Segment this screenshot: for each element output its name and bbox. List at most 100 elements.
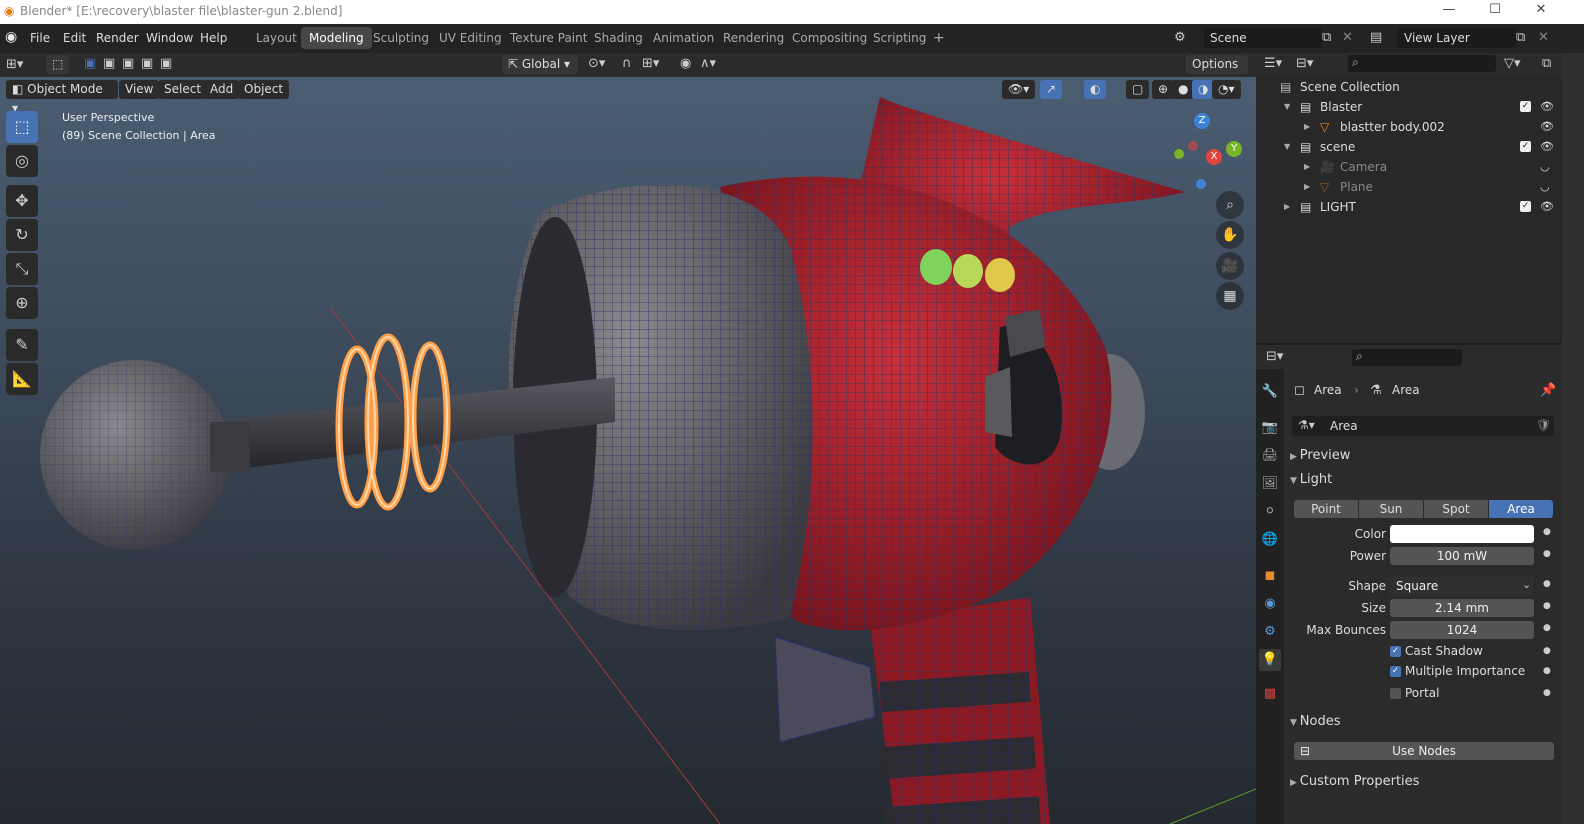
tab-sculpting[interactable]: Sculpting	[365, 27, 437, 49]
scene-name-field[interactable]: Scene	[1204, 28, 1322, 48]
eye-icon[interactable]: 👁	[1540, 97, 1554, 117]
gizmo-neg-y[interactable]	[1188, 141, 1198, 151]
keyframe-dot-icon[interactable]: ●	[1543, 623, 1551, 633]
field-max-bounces[interactable]: 1024	[1390, 621, 1534, 639]
tab-modeling[interactable]: Modeling	[301, 27, 372, 49]
preview-panel-header[interactable]: ▶ Preview	[1290, 445, 1560, 467]
tab-layout[interactable]: Layout	[248, 27, 305, 49]
custom-properties-panel-header[interactable]: ▶ Custom Properties	[1290, 771, 1560, 793]
new-view-layer-icon[interactable]: ⧉	[1516, 30, 1525, 45]
select-mode-new-icon[interactable]: ▣	[84, 56, 96, 71]
tab-object-icon[interactable]: ◼	[1259, 565, 1281, 587]
tab-rendering[interactable]: Rendering	[715, 27, 792, 49]
menu-render[interactable]: Render	[96, 31, 139, 45]
gizmo-y-axis[interactable]: Y	[1226, 141, 1242, 157]
menu-help[interactable]: Help	[200, 31, 227, 45]
tab-light-data-icon[interactable]: 💡	[1259, 649, 1281, 671]
snap-target-icon[interactable]: ⊞▾	[642, 56, 659, 71]
tool-select-box-icon[interactable]: ⬚	[6, 111, 38, 143]
light-type-spot-button[interactable]: Spot	[1424, 500, 1488, 518]
tool-cursor-icon[interactable]: ◎	[6, 145, 38, 177]
editor-type-icon[interactable]: ⊞▾	[6, 57, 23, 72]
add-workspace-button[interactable]: +	[925, 27, 953, 49]
field-size[interactable]: 2.14 mm	[1390, 599, 1534, 617]
ortho-grid-icon[interactable]: ▦	[1216, 282, 1244, 310]
mode-dropdown[interactable]: ◧ Object Mode ▾	[6, 80, 118, 115]
chevron-right-icon[interactable]: ▶	[1304, 157, 1310, 177]
menu-add[interactable]: Add	[204, 80, 240, 99]
keyframe-dot-icon[interactable]: ●	[1543, 601, 1551, 611]
menu-select[interactable]: Select	[158, 80, 208, 99]
transform-orientation-dropdown[interactable]: ⇱ Global ▾	[502, 55, 578, 74]
delete-scene-icon[interactable]: ✕	[1342, 30, 1353, 45]
delete-view-layer-icon[interactable]: ✕	[1538, 30, 1549, 45]
chevron-down-icon[interactable]: ▼	[1284, 137, 1290, 157]
select-mode-intersect-icon[interactable]: ▣	[160, 56, 172, 71]
close-button[interactable]: ✕	[1526, 2, 1556, 17]
outliner-scene-collection[interactable]: ▤ Scene Collection	[1256, 77, 1562, 97]
gizmo-z-axis[interactable]: Z	[1194, 113, 1210, 129]
light-type-sun-button[interactable]: Sun	[1359, 500, 1423, 518]
eye-icon[interactable]: 👁	[1540, 137, 1554, 157]
overlay-toggle-icon[interactable]: ◐	[1084, 80, 1107, 99]
gizmo-x-axis[interactable]: X	[1206, 149, 1222, 165]
gizmo-toggle-icon[interactable]: ↗	[1040, 80, 1063, 99]
keyframe-dot-icon[interactable]: ●	[1543, 646, 1551, 656]
light-type-point-button[interactable]: Point	[1294, 500, 1358, 518]
properties-editor-icon[interactable]: ⊟▾	[1266, 349, 1283, 364]
keyframe-dot-icon[interactable]: ●	[1543, 579, 1551, 589]
tab-output-icon[interactable]: 🖨	[1259, 445, 1281, 467]
chevron-down-icon[interactable]: ▼	[1284, 97, 1290, 117]
outliner-row[interactable]: ▼ ▤ Blaster ✓ 👁	[1256, 97, 1562, 117]
outliner-row[interactable]: ▼ ▤ scene ✓ 👁	[1256, 137, 1562, 157]
falloff-icon[interactable]: ∧▾	[700, 56, 716, 71]
checkbox-cast-shadow[interactable]: ✓ Cast Shadow	[1390, 644, 1550, 660]
view-layer-field[interactable]: View Layer	[1398, 28, 1516, 48]
zoom-icon[interactable]: ⌕	[1216, 191, 1244, 219]
checkbox-portal[interactable]: Portal	[1390, 686, 1550, 702]
camera-view-icon[interactable]: 🎥	[1216, 252, 1244, 280]
menu-file[interactable]: File	[30, 31, 50, 45]
field-shape[interactable]: Square	[1390, 577, 1534, 595]
tab-texture-paint[interactable]: Texture Paint	[502, 27, 595, 49]
light-panel-header[interactable]: ▼ Light	[1290, 469, 1560, 491]
tab-scene-icon[interactable]: ⚪	[1259, 501, 1281, 523]
outliner-row[interactable]: ▶ ▤ LIGHT ✓ 👁	[1256, 197, 1562, 217]
exclude-checkbox[interactable]: ✓	[1520, 141, 1531, 152]
view-layer-icon[interactable]: ▤	[1370, 30, 1382, 45]
tab-animation[interactable]: Animation	[645, 27, 722, 49]
checkbox-multiple-importance[interactable]: ✓ Multiple Importance	[1390, 664, 1550, 680]
tool-measure-icon[interactable]: 📐	[6, 363, 38, 395]
select-mode-extend-icon[interactable]: ▣	[103, 56, 115, 71]
tab-tool-icon[interactable]: 🔧	[1259, 381, 1281, 403]
tool-annotate-icon[interactable]: ✎	[6, 329, 38, 361]
menu-view[interactable]: View	[119, 80, 160, 99]
chevron-right-icon[interactable]: ▶	[1304, 177, 1310, 197]
pin-icon[interactable]: 📌	[1540, 383, 1556, 398]
menu-window[interactable]: Window	[146, 31, 193, 45]
tool-move-icon[interactable]: ✥	[6, 185, 38, 217]
keyframe-dot-icon[interactable]: ●	[1543, 666, 1551, 676]
light-type-area-button[interactable]: Area	[1489, 500, 1553, 518]
scene-selector-icon[interactable]: ⚙	[1174, 30, 1186, 45]
navigation-gizmo[interactable]: Z Y X	[1160, 113, 1250, 193]
menu-edit[interactable]: Edit	[63, 31, 86, 45]
datablock-selector[interactable]: ⚗▾ Area 🛡	[1292, 416, 1554, 436]
blender-menu-icon[interactable]: ◉	[5, 29, 17, 45]
tab-texture-icon[interactable]: ▩	[1259, 683, 1281, 705]
minimize-button[interactable]: —	[1434, 2, 1464, 17]
new-scene-icon[interactable]: ⧉	[1322, 30, 1331, 45]
exclude-checkbox[interactable]: ✓	[1520, 101, 1531, 112]
field-power[interactable]: 100 mW	[1390, 547, 1534, 565]
eye-closed-icon[interactable]: ◡	[1540, 157, 1550, 177]
outliner-search-input[interactable]: ⌕	[1348, 55, 1496, 72]
visibility-icon[interactable]: 👁▾	[1002, 80, 1036, 99]
nodes-panel-header[interactable]: ▼ Nodes	[1290, 711, 1560, 733]
select-mode-difference-icon[interactable]: ▣	[141, 56, 153, 71]
shading-wireframe-icon[interactable]: ⊕	[1152, 80, 1175, 99]
pivot-point-icon[interactable]: ⊙▾	[588, 56, 605, 71]
exclude-checkbox[interactable]: ✓	[1520, 201, 1531, 212]
tab-physics-icon[interactable]: ◉	[1259, 593, 1281, 615]
use-nodes-button[interactable]: ⊟ Use Nodes	[1294, 742, 1554, 760]
keyframe-dot-icon[interactable]: ●	[1543, 549, 1551, 559]
